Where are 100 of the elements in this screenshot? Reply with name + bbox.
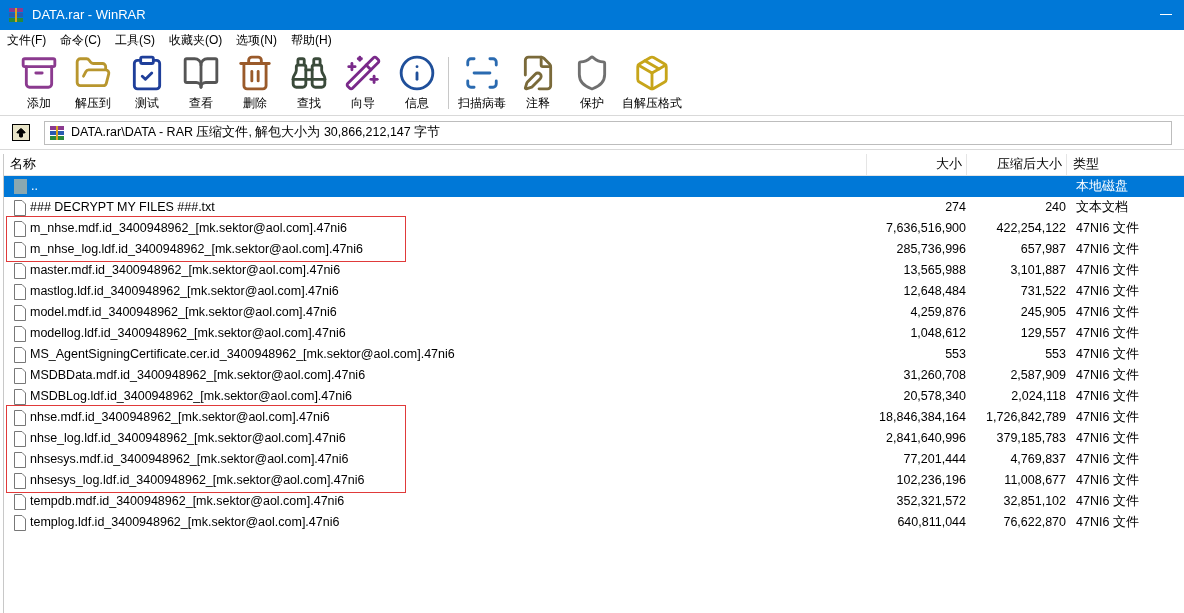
file-icon (14, 409, 26, 426)
file-name: tempdb.mdf.id_3400948962_[mk.sektor@aol.com].47ni6 (30, 493, 345, 511)
toolbar-button[interactable]: 删除 (228, 53, 282, 112)
file-type: 47NI6 文件 (1076, 305, 1139, 320)
file-size: 20,578,340 (903, 389, 966, 404)
packed-size: 4,769,837 (1010, 452, 1066, 467)
file-name: .. (31, 178, 38, 196)
archive-books-icon (8, 7, 24, 23)
file-size: 7,636,516,900 (886, 221, 966, 236)
file-icon (14, 304, 26, 321)
file-name: nhse_log.ldf.id_3400948962_[mk.sektor@aol.com].47ni6 (30, 430, 346, 448)
column-header[interactable]: 类型 (1067, 154, 1184, 175)
packed-size: 731,522 (1020, 284, 1066, 299)
file-size: 2,841,640,996 (886, 431, 966, 446)
packed-size: 657,987 (1020, 242, 1066, 257)
file-name: nhse.mdf.id_3400948962_[mk.sektor@aol.com].47ni6 (30, 409, 330, 427)
file-name: MS_AgentSigningCertificate.cer.id_3400948962_[mk.sektor@aol.com].47ni6 (30, 346, 455, 364)
file-icon (14, 325, 26, 342)
toolbar-button[interactable]: 向导 (336, 53, 390, 112)
wand-icon (344, 53, 382, 92)
folder-up-icon (14, 179, 27, 194)
column-header[interactable]: 名称 (4, 154, 867, 175)
menu-item[interactable]: 选项(N) (236, 31, 277, 49)
file-type: 47NI6 文件 (1076, 347, 1139, 362)
address-field[interactable]: DATA.rar\DATA - RAR 压缩文件, 解包大小为 30,866,212,147 字节 (44, 120, 1172, 145)
file-type: 47NI6 文件 (1076, 494, 1139, 509)
packed-size: 32,851,102 (1003, 494, 1066, 509)
file-type: 本地磁盘 (1076, 179, 1128, 194)
file-type: 47NI6 文件 (1076, 284, 1139, 299)
column-header[interactable]: 大小 (867, 154, 967, 175)
file-type: 47NI6 文件 (1076, 263, 1139, 278)
file-type: 47NI6 文件 (1076, 242, 1139, 257)
menu-item[interactable]: 命令(C) (60, 31, 101, 49)
file-name: mastlog.ldf.id_3400948962_[mk.sektor@aol.com].47ni6 (30, 283, 339, 301)
column-header[interactable]: 压缩后大小 (967, 154, 1067, 175)
file-type: 47NI6 文件 (1076, 221, 1139, 236)
trash-icon (236, 53, 274, 92)
info-icon (398, 53, 436, 92)
packed-size: 379,185,783 (996, 431, 1066, 446)
file-type: 47NI6 文件 (1076, 368, 1139, 383)
toolbar-button[interactable]: 保护 (565, 53, 619, 112)
minimize-icon[interactable] (1160, 14, 1172, 16)
up-folder-button[interactable] (12, 124, 30, 141)
file-icon (14, 430, 26, 447)
packed-size: 245,905 (1020, 305, 1066, 320)
file-size: 1,048,612 (910, 326, 966, 341)
packed-size: 553 (1045, 347, 1066, 362)
window-title: DATA.rar - WinRAR (32, 6, 146, 25)
file-name: ### DECRYPT MY FILES ###.txt (30, 199, 215, 217)
toolbar-button[interactable]: 扫描病毒 (453, 53, 511, 112)
packed-size: 2,587,909 (1010, 368, 1066, 383)
menu-item[interactable]: 帮助(H) (291, 31, 332, 49)
packed-size: 1,726,842,789 (986, 410, 1066, 425)
menu-item[interactable]: 收藏夹(O) (169, 31, 223, 49)
file-size: 13,565,988 (903, 263, 966, 278)
toolbar-button[interactable]: 查找 (282, 53, 336, 112)
file-row[interactable]: .. 本地磁盘 (4, 176, 1184, 197)
file-type: 47NI6 文件 (1076, 431, 1139, 446)
packed-size: 76,622,870 (1003, 515, 1066, 530)
file-type: 47NI6 文件 (1076, 389, 1139, 404)
file-size: 553 (945, 347, 966, 362)
toolbar-button[interactable]: 注释 (511, 53, 565, 112)
file-size: 77,201,444 (903, 452, 966, 467)
file-name: m_nhse_log.ldf.id_3400948962_[mk.sektor@aol.com].47ni6 (30, 241, 364, 259)
file-icon (14, 262, 26, 279)
file-name: model.mdf.id_3400948962_[mk.sektor@aol.com].47ni6 (30, 304, 337, 322)
file-size: 12,648,484 (903, 284, 966, 299)
packed-size: 129,557 (1020, 326, 1066, 341)
file-type: 47NI6 文件 (1076, 410, 1139, 425)
file-size: 31,260,708 (903, 368, 966, 383)
toolbar-button[interactable]: 自解压格式 (619, 53, 685, 112)
file-icon (14, 241, 26, 258)
address-text: DATA.rar\DATA - RAR 压缩文件, 解包大小为 30,866,212,147 字节 (71, 124, 441, 142)
packed-size: 422,254,122 (996, 221, 1066, 236)
file-icon (14, 472, 26, 489)
file-name: master.mdf.id_3400948962_[mk.sektor@aol.com].47ni6 (30, 262, 341, 280)
toolbar-button[interactable]: 添加 (12, 53, 66, 112)
file-type: 文本文档 (1076, 200, 1128, 215)
file-icon (14, 514, 26, 531)
file-size: 285,736,996 (896, 242, 966, 257)
toolbar-button[interactable]: 测试 (120, 53, 174, 112)
file-type: 47NI6 文件 (1076, 473, 1139, 488)
file-icon (14, 283, 26, 300)
menu-item[interactable]: 工具(S) (115, 31, 155, 49)
toolbar-button[interactable]: 查看 (174, 53, 228, 112)
file-name: templog.ldf.id_3400948962_[mk.sektor@aol.com].47ni6 (30, 514, 340, 532)
file-size: 18,846,384,164 (879, 410, 966, 425)
file-name: MSDBData.mdf.id_3400948962_[mk.sektor@aol.com].47ni6 (30, 367, 366, 385)
file-icon (14, 220, 26, 237)
file-name: m_nhse.mdf.id_3400948962_[mk.sektor@aol.com].47ni6 (30, 220, 348, 238)
toolbar-button[interactable]: 信息 (390, 53, 444, 112)
file-icon (14, 388, 26, 405)
file-icon (14, 493, 26, 510)
menu-item[interactable]: 文件(F) (7, 31, 47, 49)
toolbar-button[interactable]: 解压到 (66, 53, 120, 112)
file-size: 102,236,196 (896, 473, 966, 488)
archive-books-icon (49, 124, 65, 141)
file-icon (14, 451, 26, 468)
file-icon (14, 346, 26, 363)
file-name: nhsesys_log.ldf.id_3400948962_[mk.sektor@aol.com].47ni6 (30, 472, 365, 490)
